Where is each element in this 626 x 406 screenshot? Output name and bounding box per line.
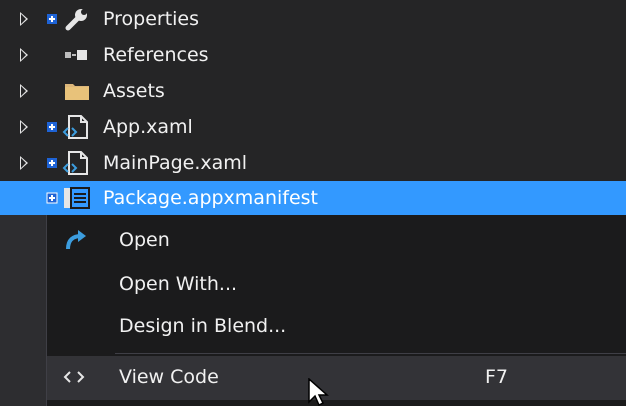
open-arrow-icon — [66, 230, 86, 250]
code-brackets-icon — [63, 371, 85, 383]
tree-item-label: Properties — [103, 8, 200, 30]
plus-badge-icon — [47, 14, 57, 24]
solution-explorer-tree: Properties References Assets App.xaml Ma… — [0, 0, 626, 215]
expand-arrow-icon[interactable] — [20, 84, 28, 98]
expand-arrow-icon[interactable] — [20, 48, 28, 62]
expand-arrow-icon[interactable] — [20, 156, 28, 170]
plus-badge-icon — [47, 158, 57, 168]
tree-item-package-appxmanifest[interactable]: Package.appxmanifest — [0, 181, 626, 215]
menu-item-shortcut: F7 — [485, 366, 509, 388]
tree-item-label: MainPage.xaml — [103, 152, 248, 174]
tree-item-mainpage-xaml[interactable]: MainPage.xaml — [0, 145, 626, 181]
mouse-cursor-icon — [308, 378, 329, 406]
tree-item-label: References — [103, 44, 209, 66]
expand-arrow-icon[interactable] — [20, 12, 28, 26]
tree-item-label: Assets — [103, 80, 165, 102]
menu-item-label: View Code — [119, 366, 219, 388]
expand-arrow-icon[interactable] — [20, 120, 28, 134]
tree-item-assets[interactable]: Assets — [0, 73, 626, 109]
menu-separator — [115, 353, 626, 354]
folder-icon — [65, 84, 89, 100]
background-editor-strip — [0, 215, 46, 406]
menu-item-view-code[interactable]: View Code F7 — [47, 356, 626, 400]
menu-item-label: Open With... — [119, 273, 238, 295]
menu-item-label: Open — [119, 229, 170, 251]
menu-item-open[interactable]: Open — [47, 219, 626, 263]
menu-item-open-with[interactable]: Open With... — [47, 263, 626, 307]
menu-item-design-in-blend[interactable]: Design in Blend... — [47, 305, 626, 349]
tree-item-references[interactable]: References — [0, 37, 626, 73]
tree-item-label: Package.appxmanifest — [103, 187, 319, 209]
plus-badge-icon — [47, 122, 57, 132]
plus-badge-icon — [46, 192, 58, 204]
xaml-file-icon — [62, 151, 88, 175]
manifest-file-icon — [64, 187, 90, 209]
context-menu: Open Open With... Design in Blend... Vie… — [46, 215, 626, 406]
wrench-icon — [65, 9, 87, 31]
tree-item-label: App.xaml — [103, 116, 193, 138]
xaml-file-icon — [62, 115, 88, 139]
tree-item-properties[interactable]: Properties — [0, 1, 626, 37]
menu-item-label: Design in Blend... — [119, 315, 287, 337]
tree-item-app-xaml[interactable]: App.xaml — [0, 109, 626, 145]
references-icon — [65, 50, 87, 60]
